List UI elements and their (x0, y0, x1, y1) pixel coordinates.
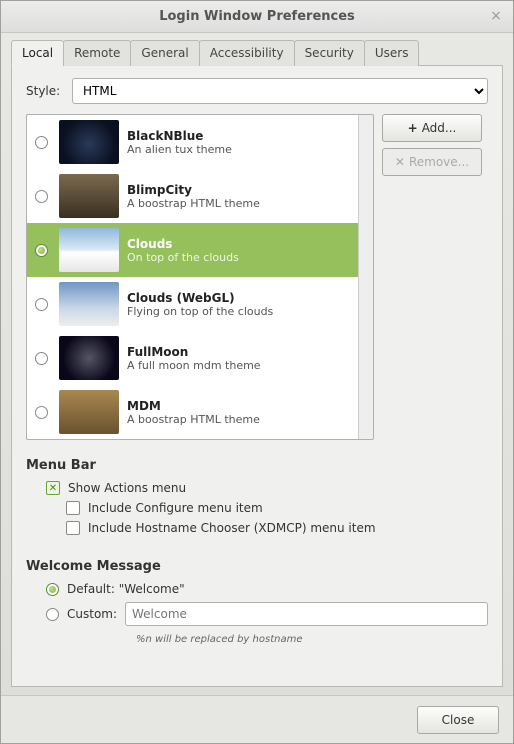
window-title: Login Window Preferences (159, 9, 355, 24)
theme-thumbnail (59, 336, 119, 380)
radio-icon[interactable] (35, 136, 48, 149)
theme-name: MDM (127, 399, 260, 413)
theme-desc: An alien tux theme (127, 143, 232, 156)
remove-button: ✕ Remove... (382, 148, 482, 176)
tab-local[interactable]: Local (11, 40, 64, 66)
remove-label: Remove... (409, 155, 469, 169)
tab-remote[interactable]: Remote (63, 40, 131, 66)
welcome-title: Welcome Message (26, 559, 488, 574)
theme-thumbnail (59, 390, 119, 434)
tab-security[interactable]: Security (294, 40, 365, 66)
menubar-title: Menu Bar (26, 458, 488, 473)
footer: Close (1, 695, 513, 743)
include-configure-option[interactable]: Include Configure menu item (66, 501, 488, 515)
theme-thumbnail (59, 282, 119, 326)
welcome-default-option[interactable]: Default: "Welcome" (46, 582, 488, 596)
checkbox-icon[interactable] (46, 481, 60, 495)
close-label: Close (442, 713, 475, 727)
show-actions-option[interactable]: Show Actions menu (46, 481, 488, 495)
theme-desc: A boostrap HTML theme (127, 413, 260, 426)
include-hostname-option[interactable]: Include Hostname Chooser (XDMCP) menu it… (66, 521, 488, 535)
add-button[interactable]: + Add... (382, 114, 482, 142)
tab-users[interactable]: Users (364, 40, 420, 66)
theme-name: Clouds (127, 237, 239, 251)
theme-thumbnail (59, 120, 119, 164)
theme-row-mdm[interactable]: MDM A boostrap HTML theme (27, 385, 358, 439)
radio-icon[interactable] (35, 406, 48, 419)
plus-icon: + (408, 121, 418, 135)
include-configure-label: Include Configure menu item (88, 501, 263, 515)
theme-name: Clouds (WebGL) (127, 291, 273, 305)
side-buttons: + Add... ✕ Remove... (382, 114, 482, 440)
theme-thumbnail (59, 174, 119, 218)
style-label: Style: (26, 84, 72, 98)
theme-name: FullMoon (127, 345, 261, 359)
theme-desc: A boostrap HTML theme (127, 197, 260, 210)
titlebar: Login Window Preferences × (1, 1, 513, 33)
theme-thumbnail (59, 228, 119, 272)
theme-row-clouds[interactable]: Clouds On top of the clouds (27, 223, 358, 277)
tab-accessibility[interactable]: Accessibility (199, 40, 295, 66)
theme-row-clouds-webgl[interactable]: Clouds (WebGL) Flying on top of the clou… (27, 277, 358, 331)
close-icon[interactable]: × (487, 7, 505, 25)
include-hostname-label: Include Hostname Chooser (XDMCP) menu it… (88, 521, 376, 535)
theme-area: BlackNBlue An alien tux theme BlimpCity … (26, 114, 488, 440)
theme-list[interactable]: BlackNBlue An alien tux theme BlimpCity … (27, 115, 358, 439)
welcome-hint: %n will be replaced by hostname (136, 634, 488, 645)
radio-icon[interactable] (46, 583, 59, 596)
add-label: Add... (422, 121, 457, 135)
radio-icon[interactable] (46, 608, 59, 621)
welcome-custom-label: Custom: (67, 607, 117, 621)
welcome-default-label: Default: "Welcome" (67, 582, 185, 596)
radio-icon[interactable] (35, 190, 48, 203)
welcome-custom-input[interactable] (125, 602, 488, 626)
scrollbar[interactable] (358, 115, 373, 439)
theme-name: BlimpCity (127, 183, 260, 197)
radio-icon[interactable] (35, 244, 48, 257)
radio-icon[interactable] (35, 298, 48, 311)
theme-desc: A full moon mdm theme (127, 359, 261, 372)
theme-row-blacknblue[interactable]: BlackNBlue An alien tux theme (27, 115, 358, 169)
welcome-custom-option[interactable]: Custom: (46, 602, 488, 626)
style-select[interactable]: HTML (72, 78, 488, 104)
style-row: Style: HTML (26, 78, 488, 104)
close-button[interactable]: Close (417, 706, 499, 734)
show-actions-label: Show Actions menu (68, 481, 186, 495)
theme-desc: On top of the clouds (127, 251, 239, 264)
theme-list-frame: BlackNBlue An alien tux theme BlimpCity … (26, 114, 374, 440)
theme-row-fullmoon[interactable]: FullMoon A full moon mdm theme (27, 331, 358, 385)
theme-name: BlackNBlue (127, 129, 232, 143)
tab-general[interactable]: General (130, 40, 199, 66)
radio-icon[interactable] (35, 352, 48, 365)
theme-desc: Flying on top of the clouds (127, 305, 273, 318)
theme-row-blimpcity[interactable]: BlimpCity A boostrap HTML theme (27, 169, 358, 223)
preferences-window: Login Window Preferences × Local Remote … (0, 0, 514, 744)
x-icon: ✕ (395, 155, 405, 169)
checkbox-icon[interactable] (66, 501, 80, 515)
tab-page-local: Style: HTML BlackNBlue An alien tux them… (11, 66, 503, 687)
tab-bar: Local Remote General Accessibility Secur… (11, 39, 503, 66)
content-area: Local Remote General Accessibility Secur… (1, 33, 513, 695)
checkbox-icon[interactable] (66, 521, 80, 535)
